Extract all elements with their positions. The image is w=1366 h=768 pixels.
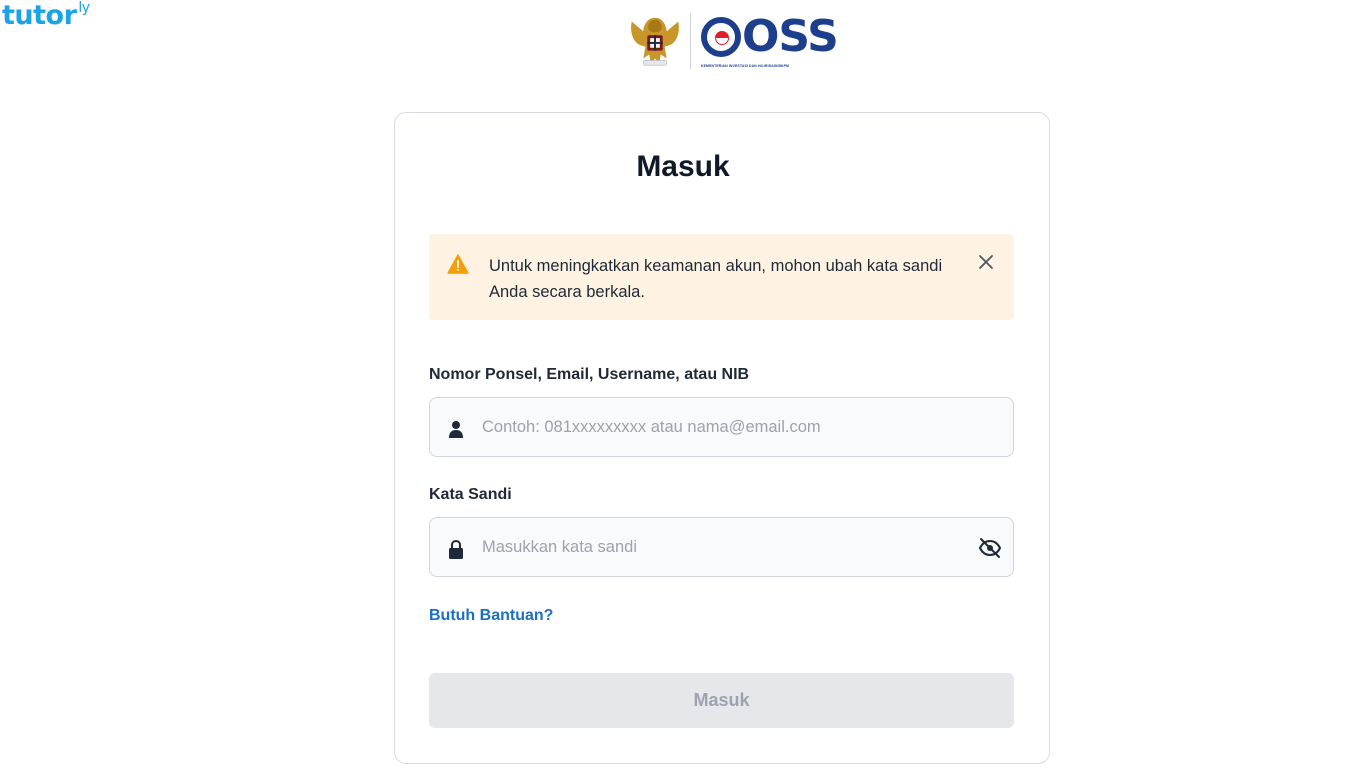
close-icon[interactable]: [977, 253, 995, 271]
oss-flag-icon: [701, 16, 741, 57]
warning-icon: [447, 254, 469, 274]
tutorly-watermark: tutor ly: [2, 0, 90, 31]
password-field[interactable]: [429, 517, 1014, 577]
identity-field[interactable]: [429, 397, 1014, 457]
help-link[interactable]: Butuh Bantuan?: [429, 607, 553, 625]
page-title: Masuk: [636, 150, 730, 183]
login-page: tutor ly OSS KEMENTERIAN INVESTASI DAN HI…: [0, 0, 1366, 768]
lock-icon: [449, 539, 463, 559]
garuda-emblem: [631, 17, 679, 66]
user-icon: [449, 421, 463, 438]
header-logos: OSS KEMENTERIAN INVESTASI DAN HILIRISASI…: [626, 10, 839, 72]
oss-brand-text: OSS: [742, 10, 839, 62]
watermark-suffix: ly: [78, 0, 90, 16]
password-reminder-alert: Untuk meningkatkan keamanan akun, mohon …: [429, 234, 1014, 320]
eye-off-icon[interactable]: [978, 537, 1002, 559]
password-input[interactable]: [482, 518, 962, 576]
oss-logo: OSS KEMENTERIAN INVESTASI DAN HILIRISASI…: [701, 10, 839, 68]
oss-subtitle: KEMENTERIAN INVESTASI DAN HILIRISASI/BKP…: [701, 63, 790, 68]
identity-input[interactable]: [482, 398, 962, 456]
login-button[interactable]: Masuk: [429, 673, 1014, 728]
logo-divider: [690, 13, 691, 69]
watermark-text: tutor: [2, 0, 77, 31]
password-label: Kata Sandi: [429, 486, 512, 503]
alert-message: Untuk meningkatkan keamanan akun, mohon …: [489, 257, 943, 301]
identity-label: Nomor Ponsel, Email, Username, atau NIB: [429, 366, 750, 383]
